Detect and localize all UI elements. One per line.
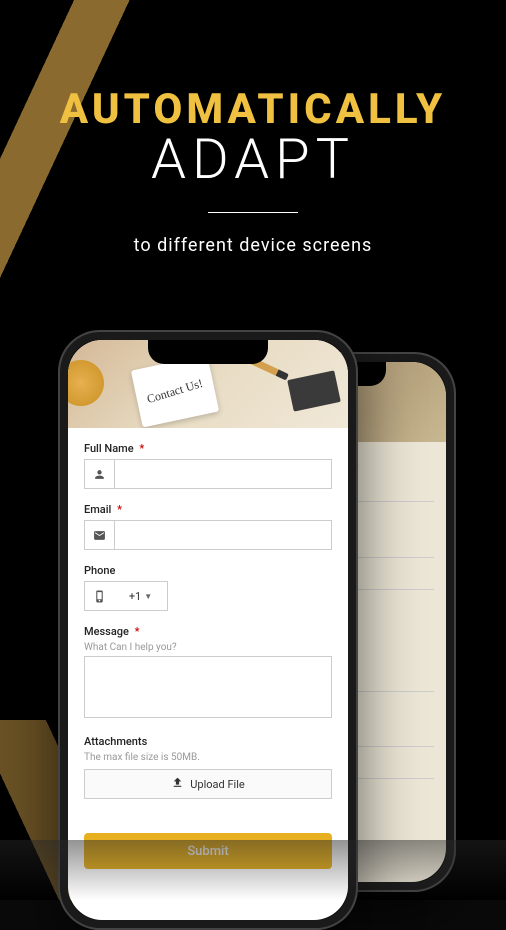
- message-placeholder: What Can I help you?: [84, 642, 332, 653]
- upload-button[interactable]: Upload File: [84, 769, 332, 799]
- field-fullname: Full Name *: [84, 442, 332, 489]
- phone-label: Phone: [84, 564, 332, 577]
- headline-line-2: ADAPT: [0, 126, 506, 192]
- notebook-icon: Contact Us!: [131, 355, 219, 428]
- message-label-text: Message: [84, 625, 129, 638]
- mobile-icon: [84, 581, 114, 611]
- email-label: Email *: [84, 503, 332, 516]
- message-input[interactable]: [84, 656, 332, 718]
- required-mark: *: [117, 503, 122, 516]
- phone-code-value: +1: [129, 590, 141, 603]
- headline-divider: [208, 212, 298, 213]
- headline-block: AUTOMATICALLY ADAPT to different device …: [0, 0, 506, 256]
- fullname-input[interactable]: [114, 459, 332, 489]
- attachments-label: Attachments: [84, 735, 332, 748]
- headline-subtitle: to different device screens: [0, 235, 506, 256]
- upload-icon: [171, 776, 184, 792]
- chevron-down-icon: ▼: [144, 592, 152, 601]
- fullname-label-text: Full Name: [84, 442, 134, 455]
- contact-script: Contact Us!: [145, 375, 205, 406]
- message-label: Message *: [84, 625, 332, 638]
- field-email: Email *: [84, 503, 332, 550]
- clock-icon: [68, 360, 104, 406]
- mail-icon: [84, 520, 114, 550]
- phone-country-code[interactable]: +1 ▼: [114, 581, 168, 611]
- field-message: Message * What Can I help you?: [84, 625, 332, 721]
- contact-form: Full Name * Email *: [68, 428, 348, 883]
- email-input[interactable]: [114, 520, 332, 550]
- attachments-help: The max file size is 50MB.: [84, 752, 332, 763]
- email-label-text: Email: [84, 503, 111, 516]
- phones-stage: ...at occasion. Please complete the foll…: [0, 330, 506, 900]
- field-attachments: Attachments The max file size is 50MB. U…: [84, 735, 332, 799]
- upload-button-label: Upload File: [190, 778, 244, 791]
- person-icon: [84, 459, 114, 489]
- fullname-label: Full Name *: [84, 442, 332, 455]
- phone-reflection: [0, 840, 506, 900]
- envelope-icon: [287, 370, 341, 411]
- field-phone: Phone +1 ▼: [84, 564, 332, 611]
- required-mark: *: [135, 625, 140, 638]
- required-mark: *: [139, 442, 144, 455]
- phone-front-notch: [148, 340, 268, 364]
- phone-front-screen: Contact Us! Full Name *: [68, 340, 348, 920]
